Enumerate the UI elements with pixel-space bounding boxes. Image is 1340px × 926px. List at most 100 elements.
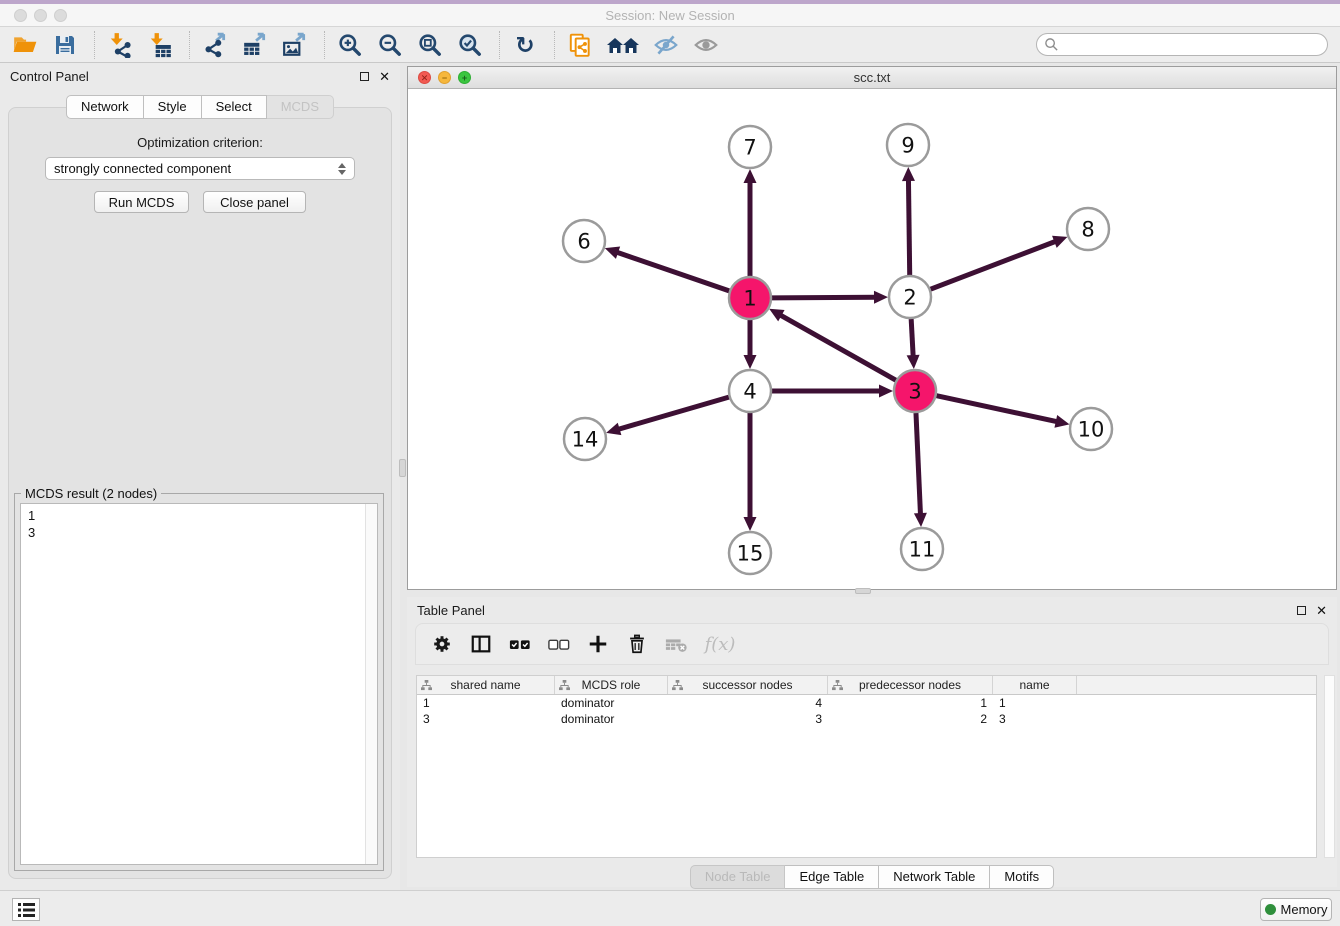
search-icon (1044, 37, 1059, 52)
tab-network[interactable]: Network (66, 95, 144, 119)
close-panel-button[interactable]: Close panel (203, 191, 306, 213)
export-image-icon[interactable] (280, 31, 310, 59)
memory-status-icon (1265, 904, 1276, 915)
vertical-splitter-handle[interactable] (399, 459, 406, 477)
control-panel: Control Panel ✕ Network Style Select MCD… (0, 63, 400, 890)
node-table[interactable]: shared name MCDS role successor nodes pr… (416, 675, 1317, 858)
function-builder-icon: f(x) (703, 632, 737, 656)
graph-edge[interactable] (916, 413, 921, 515)
graph-edge[interactable] (908, 179, 909, 275)
graph-edge[interactable] (616, 252, 729, 291)
graph-edge[interactable] (772, 297, 876, 298)
select-all-rows-icon[interactable] (508, 632, 532, 656)
graph-node-label: 15 (737, 542, 764, 566)
optimization-criterion-label: Optimization criterion: (0, 135, 400, 150)
first-neighbors-icon[interactable] (605, 31, 641, 59)
graph-node-label: 7 (743, 136, 756, 160)
mcds-result-line: 1 (28, 507, 35, 524)
graph-node-label: 3 (908, 380, 921, 404)
graph-edge-arrowhead (744, 355, 757, 369)
graph-edge[interactable] (618, 397, 729, 429)
search-field[interactable] (1036, 33, 1328, 56)
column-header-successor-nodes[interactable]: successor nodes (668, 676, 828, 694)
select-stepper-icon (338, 163, 346, 175)
table-header-row: shared name MCDS role successor nodes pr… (417, 676, 1316, 695)
graph-edge-arrowhead (902, 167, 915, 181)
control-panel-tabgroup: Network Style Select MCDS (66, 95, 334, 119)
column-header-mcds-role[interactable]: MCDS role (555, 676, 668, 694)
table-panel-header: Table Panel ✕ (407, 597, 1337, 623)
network-window-title: scc.txt (408, 70, 1336, 85)
deselect-all-rows-icon[interactable] (547, 632, 571, 656)
table-settings-icon[interactable] (430, 632, 454, 656)
close-table-panel-icon[interactable]: ✕ (1316, 604, 1327, 617)
network-canvas[interactable]: 7968124314101511 (408, 89, 1336, 589)
graph-node-label: 14 (572, 428, 599, 452)
open-session-icon[interactable] (10, 31, 40, 59)
float-table-panel-icon[interactable] (1297, 606, 1306, 615)
hierarchy-icon (832, 680, 843, 691)
criterion-select[interactable]: strongly connected component (45, 157, 355, 180)
zoom-selected-icon[interactable] (455, 31, 485, 59)
graph-edge-arrowhead (907, 355, 920, 369)
float-panel-icon[interactable] (360, 72, 369, 81)
hierarchy-icon (559, 680, 570, 691)
zoom-out-icon[interactable] (375, 31, 405, 59)
tab-mcds[interactable]: MCDS (267, 95, 334, 119)
mcds-result-group: MCDS result (2 nodes) 1 3 (14, 493, 384, 871)
network-window-titlebar[interactable]: ✕ − + scc.txt (408, 67, 1336, 89)
tab-node-table[interactable]: Node Table (690, 865, 786, 889)
horizontal-splitter-handle[interactable] (855, 588, 871, 594)
show-panel-list-button[interactable] (12, 898, 40, 921)
toolbar-separator (94, 31, 95, 59)
graph-node-label: 9 (901, 134, 914, 158)
export-table-icon[interactable] (240, 31, 270, 59)
import-table-icon[interactable] (145, 31, 175, 59)
export-network-icon[interactable] (200, 31, 230, 59)
graph-edge[interactable] (931, 241, 1057, 289)
column-header-predecessor-nodes[interactable]: predecessor nodes (828, 676, 993, 694)
graph-node-label: 1 (743, 287, 756, 311)
graph-edge[interactable] (911, 319, 913, 357)
hide-selected-icon[interactable] (651, 31, 681, 59)
mcds-result-line: 3 (28, 524, 35, 541)
close-panel-icon[interactable]: ✕ (379, 70, 390, 83)
column-layout-icon[interactable] (469, 632, 493, 656)
run-mcds-button[interactable]: Run MCDS (94, 191, 189, 213)
save-session-icon[interactable] (50, 31, 80, 59)
duplicate-network-icon[interactable] (565, 31, 595, 59)
import-network-icon[interactable] (105, 31, 135, 59)
graph-edge-arrowhead (605, 247, 620, 259)
add-column-icon[interactable] (586, 632, 610, 656)
graph-edge[interactable] (937, 396, 1058, 422)
mcds-result-box[interactable]: 1 3 (20, 503, 378, 865)
zoom-in-icon[interactable] (335, 31, 365, 59)
apply-layout-icon[interactable]: ↻ (510, 31, 540, 59)
search-input[interactable] (1059, 35, 1327, 54)
memory-button[interactable]: Memory (1260, 898, 1332, 921)
tab-edge-table[interactable]: Edge Table (785, 865, 879, 889)
tab-network-table[interactable]: Network Table (879, 865, 990, 889)
table-tabgroup: Node Table Edge Table Network Table Moti… (690, 865, 1054, 889)
delete-column-icon[interactable] (625, 632, 649, 656)
tab-style[interactable]: Style (144, 95, 202, 119)
table-row[interactable]: 1 dominator 4 1 1 (417, 695, 1316, 711)
control-panel-header: Control Panel ✕ (0, 63, 400, 89)
graph-edge-arrowhead (606, 423, 621, 435)
column-header-shared-name[interactable]: shared name (417, 676, 555, 694)
table-scrollbar[interactable] (1324, 675, 1335, 858)
status-bar: Memory (0, 890, 1340, 926)
zoom-fit-icon[interactable] (415, 31, 445, 59)
graph-node-label: 11 (909, 538, 936, 562)
result-scrollbar[interactable] (365, 504, 377, 864)
graph-edge[interactable] (780, 315, 896, 381)
tab-select[interactable]: Select (202, 95, 267, 119)
column-header-name[interactable]: name (993, 676, 1077, 694)
table-panel-title: Table Panel (417, 603, 485, 618)
table-row[interactable]: 3 dominator 3 2 3 (417, 711, 1316, 727)
graph-edge-arrowhead (879, 385, 893, 398)
list-icon (18, 903, 35, 917)
tab-motifs[interactable]: Motifs (990, 865, 1054, 889)
graph-edge-arrowhead (874, 291, 888, 304)
criterion-value: strongly connected component (54, 161, 231, 176)
